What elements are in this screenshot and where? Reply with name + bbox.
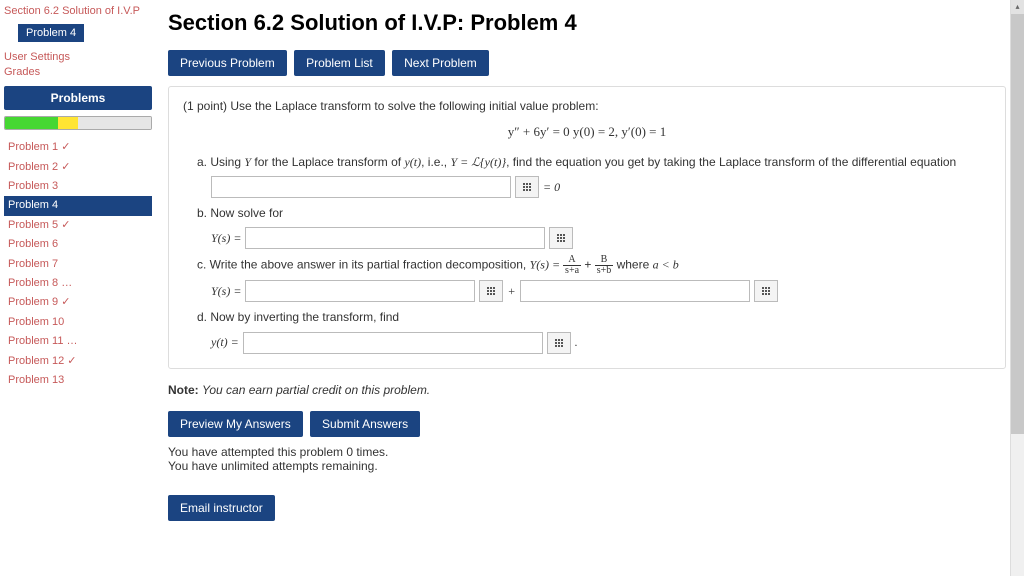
problem-link[interactable]: Problem 5 ✓ <box>4 216 152 235</box>
scrollbar[interactable]: ▴ <box>1010 0 1024 576</box>
part-d-text: d. Now by inverting the transform, find <box>197 308 991 327</box>
breadcrumb-current[interactable]: Problem 4 <box>18 24 84 42</box>
problem-link[interactable]: Problem 4 <box>4 196 152 215</box>
part-c-text: c. Write the above answer in its partial… <box>197 255 991 276</box>
progress-inprogress <box>58 117 78 129</box>
problem-link[interactable]: Problem 8 … <box>4 274 152 293</box>
problem-nav: Previous Problem Problem List Next Probl… <box>168 50 1006 76</box>
problem-list: Problem 1 ✓Problem 2 ✓Problem 3Problem 4… <box>4 138 152 390</box>
problem-link[interactable]: Problem 1 ✓ <box>4 138 152 157</box>
problem-link[interactable]: Problem 2 ✓ <box>4 158 152 177</box>
yt-label: y(t) = <box>211 333 239 352</box>
progress-bar <box>4 116 152 130</box>
prev-problem-button[interactable]: Previous Problem <box>168 50 287 76</box>
problem-list-button[interactable]: Problem List <box>294 50 385 76</box>
trailing-period: . <box>575 333 578 352</box>
scroll-up-icon[interactable]: ▴ <box>1011 0 1024 14</box>
part-b-text: b. Now solve for <box>197 204 991 223</box>
problem-link[interactable]: Problem 7 <box>4 255 152 274</box>
keypad-button-b[interactable] <box>549 227 573 249</box>
keypad-icon <box>523 183 531 191</box>
page-title: Section 6.2 Solution of I.V.P: Problem 4 <box>168 10 1006 36</box>
problem-link[interactable]: Problem 10 <box>4 313 152 332</box>
answer-d-input[interactable] <box>243 332 543 354</box>
answer-c1-input[interactable] <box>245 280 475 302</box>
link-user-settings[interactable]: User Settings <box>4 51 152 63</box>
ivp-equation: y″ + 6y′ = 0 y(0) = 2, y′(0) = 1 <box>183 122 991 143</box>
answer-c2-input[interactable] <box>520 280 750 302</box>
keypad-button-a[interactable] <box>515 176 539 198</box>
keypad-icon <box>557 234 565 242</box>
keypad-button-c1[interactable] <box>479 280 503 302</box>
problem-link[interactable]: Problem 9 ✓ <box>4 293 152 312</box>
link-grades[interactable]: Grades <box>4 66 152 78</box>
problem-body: (1 point) Use the Laplace transform to s… <box>168 86 1006 369</box>
plus-sign: + <box>507 282 515 301</box>
problem-link[interactable]: Problem 12 ✓ <box>4 352 152 371</box>
sidebar: Section 6.2 Solution of I.V.P Problem 4 … <box>0 0 160 539</box>
answer-actions: Preview My Answers Submit Answers <box>168 411 1006 437</box>
keypad-icon <box>487 287 495 295</box>
scroll-thumb[interactable] <box>1011 14 1024 434</box>
progress-correct <box>5 117 58 129</box>
main-content: Section 6.2 Solution of I.V.P: Problem 4… <box>160 0 1024 539</box>
keypad-button-d[interactable] <box>547 332 571 354</box>
problem-link[interactable]: Problem 3 <box>4 177 152 196</box>
keypad-icon <box>555 339 563 347</box>
progress-remaining <box>78 117 151 129</box>
submit-answers-button[interactable]: Submit Answers <box>310 411 420 437</box>
next-problem-button[interactable]: Next Problem <box>392 50 489 76</box>
attempts-line-1: You have attempted this problem 0 times. <box>168 445 1006 459</box>
equals-zero: = 0 <box>543 178 560 197</box>
problem-link[interactable]: Problem 11 … <box>4 332 152 351</box>
attempts-line-2: You have unlimited attempts remaining. <box>168 459 1006 473</box>
problems-header: Problems <box>4 86 152 110</box>
answer-a-input[interactable] <box>211 176 511 198</box>
partial-credit-note: Note: You can earn partial credit on thi… <box>168 383 1006 397</box>
breadcrumb-section[interactable]: Section 6.2 Solution of I.V.P <box>4 4 152 18</box>
keypad-button-c2[interactable] <box>754 280 778 302</box>
preview-answers-button[interactable]: Preview My Answers <box>168 411 303 437</box>
problem-link[interactable]: Problem 13 <box>4 371 152 390</box>
problem-link[interactable]: Problem 6 <box>4 235 152 254</box>
problem-intro: (1 point) Use the Laplace transform to s… <box>183 97 991 116</box>
ys-label-c: Y(s) = <box>211 282 241 301</box>
answer-b-input[interactable] <box>245 227 545 249</box>
part-a-text: a. Using Y for the Laplace transform of … <box>197 153 991 172</box>
ys-label: Y(s) = <box>211 229 241 248</box>
keypad-icon <box>762 287 770 295</box>
email-instructor-button[interactable]: Email instructor <box>168 495 275 521</box>
